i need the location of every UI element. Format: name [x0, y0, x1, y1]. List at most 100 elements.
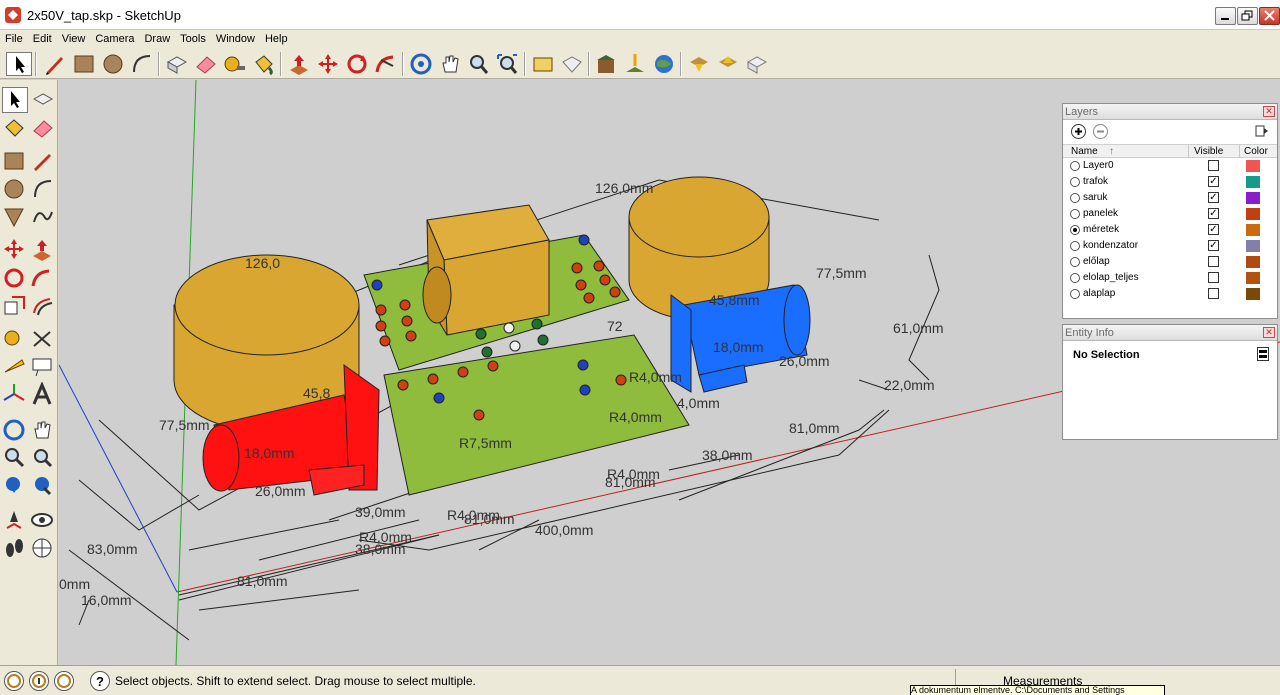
left-rotate-button[interactable] — [2, 265, 28, 291]
previous-view-button[interactable] — [686, 52, 712, 76]
layer-row[interactable]: saruk ✓ — [1063, 190, 1277, 206]
layer-visible-checkbox[interactable]: ✓ — [1208, 192, 1219, 203]
menu-help[interactable]: Help — [260, 30, 293, 49]
layer-color-swatch[interactable] — [1246, 208, 1260, 220]
layer-active-radio[interactable] — [1070, 161, 1080, 171]
layer-row[interactable]: trafok ✓ — [1063, 174, 1277, 190]
layers-details-icon[interactable] — [1255, 124, 1269, 138]
help-button[interactable]: ? — [90, 671, 110, 691]
layer-color-swatch[interactable] — [1246, 224, 1260, 236]
layer-color-swatch[interactable] — [1246, 288, 1260, 300]
left-look-around-button[interactable] — [30, 508, 56, 534]
zoom-button[interactable] — [466, 52, 492, 76]
minimize-button[interactable] — [1215, 7, 1236, 25]
close-button[interactable] — [1259, 7, 1280, 25]
left-zoom-window-button[interactable] — [30, 445, 56, 471]
move-button[interactable] — [315, 52, 341, 76]
layer-row[interactable]: alaplap — [1063, 286, 1277, 302]
left-paint-button[interactable] — [2, 115, 28, 141]
left-push-pull-button[interactable] — [30, 237, 56, 263]
layers-close-button[interactable]: ✕ — [1263, 106, 1275, 117]
left-arc-button[interactable] — [30, 176, 56, 202]
left-walk-button[interactable] — [2, 536, 28, 562]
menu-view[interactable]: View — [57, 30, 91, 49]
menu-file[interactable]: File — [0, 30, 28, 49]
layer-color-swatch[interactable] — [1246, 272, 1260, 284]
layer-visible-checkbox[interactable]: ✓ — [1208, 240, 1219, 251]
tape-measure-button[interactable] — [222, 52, 248, 76]
restore-button[interactable] — [1237, 7, 1258, 25]
left-tape-button[interactable] — [2, 326, 28, 352]
left-component-button[interactable] — [30, 87, 56, 113]
layer-active-radio[interactable] — [1070, 193, 1080, 203]
left-select-button[interactable] — [2, 87, 28, 113]
left-orbit-button[interactable] — [2, 417, 28, 443]
left-rectangle-button[interactable] — [2, 148, 28, 174]
make-component-button[interactable] — [164, 52, 190, 76]
arc-tool-button[interactable] — [129, 52, 155, 76]
left-axes-button[interactable] — [2, 382, 28, 408]
layer-visible-checkbox[interactable] — [1208, 272, 1219, 283]
left-freehand-button[interactable] — [30, 204, 56, 230]
select-tool-button[interactable] — [6, 52, 32, 76]
layer-row[interactable]: méretek ✓ — [1063, 222, 1277, 238]
layer-active-radio[interactable] — [1070, 209, 1080, 219]
layer-row[interactable]: panelek ✓ — [1063, 206, 1277, 222]
orbit-button[interactable] — [408, 52, 434, 76]
layer-color-swatch[interactable] — [1246, 160, 1260, 172]
share-model-button[interactable] — [559, 52, 585, 76]
left-scale-button[interactable] — [2, 293, 28, 319]
geo-location-button[interactable] — [4, 671, 24, 691]
circle-tool-button[interactable] — [100, 52, 126, 76]
next-view-button[interactable] — [715, 52, 741, 76]
menu-draw[interactable]: Draw — [139, 30, 175, 49]
left-line-button[interactable] — [30, 148, 56, 174]
layer-color-swatch[interactable] — [1246, 256, 1260, 268]
layer-row[interactable]: kondenzator ✓ — [1063, 238, 1277, 254]
layer-visible-checkbox[interactable] — [1208, 288, 1219, 299]
left-text-button[interactable] — [30, 354, 56, 380]
menu-camera[interactable]: Camera — [90, 30, 139, 49]
paint-bucket-button[interactable] — [251, 52, 277, 76]
left-previous-button[interactable] — [2, 473, 28, 499]
left-dimension-button[interactable] — [30, 326, 56, 352]
account-button[interactable] — [54, 671, 74, 691]
pencil-tool-button[interactable] — [42, 52, 68, 76]
entity-details-toggle[interactable] — [1257, 347, 1269, 361]
left-section-plane-button[interactable] — [30, 536, 56, 562]
layer-active-radio[interactable] — [1070, 257, 1080, 267]
layer-visible-checkbox[interactable]: ✓ — [1208, 224, 1219, 235]
left-pan-button[interactable] — [30, 417, 56, 443]
col-name[interactable]: Name — [1071, 146, 1098, 157]
entity-info-close-button[interactable]: ✕ — [1263, 327, 1275, 338]
layer-active-radio[interactable] — [1070, 241, 1080, 251]
layer-color-swatch[interactable] — [1246, 176, 1260, 188]
add-location-button[interactable] — [593, 52, 619, 76]
left-circle-button[interactable] — [2, 176, 28, 202]
left-follow-me-button[interactable] — [30, 265, 56, 291]
left-3d-text-button[interactable] — [30, 381, 56, 408]
left-protractor-button[interactable] — [2, 354, 28, 380]
layer-visible-checkbox[interactable] — [1208, 160, 1219, 171]
layer-active-radio[interactable] — [1070, 289, 1080, 299]
layer-row[interactable]: Layer0 — [1063, 158, 1277, 174]
follow-me-button[interactable] — [373, 52, 399, 76]
left-eraser-button[interactable] — [30, 115, 56, 141]
push-pull-button[interactable] — [286, 52, 312, 76]
col-color[interactable]: Color — [1244, 146, 1268, 157]
layer-active-radio[interactable] — [1070, 273, 1080, 283]
menu-window[interactable]: Window — [211, 30, 260, 49]
rectangle-tool-button[interactable] — [71, 52, 97, 76]
standard-views-button[interactable] — [744, 52, 770, 76]
eraser-button[interactable] — [193, 52, 219, 76]
left-move-button[interactable] — [2, 237, 28, 263]
left-position-camera-button[interactable] — [2, 508, 28, 534]
zoom-extents-button[interactable] — [495, 52, 521, 76]
layer-row[interactable]: előlap — [1063, 254, 1277, 270]
left-zoom-button[interactable] — [2, 445, 28, 471]
layer-active-radio[interactable] — [1070, 177, 1080, 187]
layer-color-swatch[interactable] — [1246, 192, 1260, 204]
layer-visible-checkbox[interactable]: ✓ — [1208, 176, 1219, 187]
credits-button[interactable] — [29, 671, 49, 691]
layer-active-radio[interactable] — [1070, 225, 1080, 235]
